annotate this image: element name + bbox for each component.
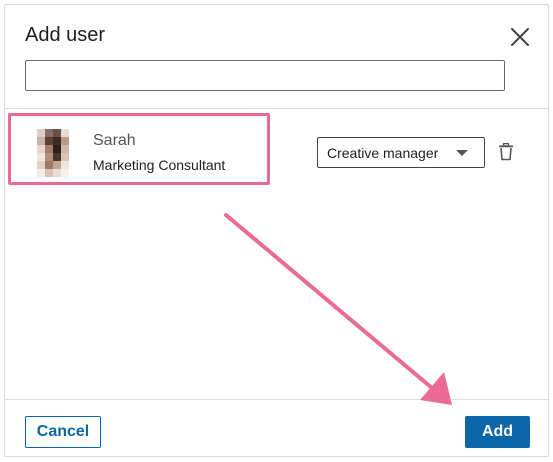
close-icon (511, 28, 529, 46)
trash-icon (499, 142, 513, 161)
remove-user-button[interactable] (498, 142, 514, 161)
role-dropdown[interactable]: Creative manager (317, 137, 485, 168)
dialog-header: Add user (5, 5, 548, 109)
close-button[interactable] (508, 25, 532, 49)
user-search-input[interactable] (25, 60, 505, 91)
add-button[interactable]: Add (465, 416, 530, 448)
cancel-button[interactable]: Cancel (25, 416, 101, 448)
dialog-footer: Cancel Add (5, 399, 548, 456)
chevron-down-icon (456, 150, 468, 156)
add-user-dialog: Add user Sarah Marketing Consultant Crea… (4, 4, 549, 457)
annotation-highlight-box (8, 113, 270, 185)
role-dropdown-value: Creative manager (327, 145, 439, 161)
dialog-title: Add user (25, 24, 106, 46)
